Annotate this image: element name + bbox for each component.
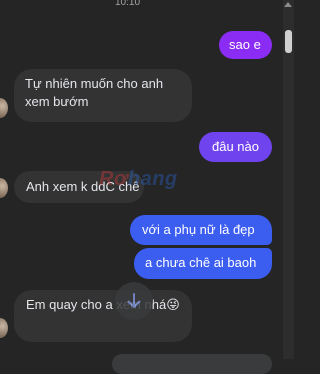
message-text: sao e (229, 37, 261, 52)
message-text: Tự nhiên muốn cho anh xem bướm (25, 76, 164, 109)
outgoing-message[interactable]: đâu nào (199, 132, 272, 162)
scroll-up-arrow-icon[interactable] (284, 2, 292, 7)
arrow-down-icon (127, 293, 141, 309)
watermark-part1: Rơ (99, 168, 128, 190)
outgoing-message[interactable]: với a phụ nữ là đẹp (130, 215, 272, 245)
message-timestamp: 10:10 (114, 0, 141, 8)
watermark-part2: hang (127, 168, 178, 190)
contact-avatar[interactable] (0, 318, 8, 338)
scroll-to-bottom-button[interactable] (115, 282, 153, 320)
message-text: với a phụ nữ là đẹp (142, 222, 255, 237)
scrollbar-thumb[interactable] (285, 30, 292, 53)
outgoing-message[interactable]: sao e (219, 31, 272, 59)
chat-thread[interactable]: 10:10 sao e Tự nhiên muốn cho anh xem bư… (0, 0, 283, 374)
message-text: a chưa chê ai baoh (145, 255, 257, 270)
watermark: Rơhang (99, 168, 178, 191)
vertical-scrollbar[interactable] (283, 0, 294, 359)
contact-avatar[interactable] (0, 98, 8, 118)
incoming-message[interactable]: Tự nhiên muốn cho anh xem bướm (14, 69, 192, 122)
message-text: đâu nào (212, 139, 259, 154)
incoming-message[interactable]: Em quay cho a xem nhá😜 (14, 290, 192, 342)
message-text: Em quay cho a xem nhá😜 (26, 297, 180, 312)
contact-avatar[interactable] (0, 178, 8, 198)
outgoing-message[interactable]: a chưa chê ai baoh (134, 248, 272, 279)
outgoing-message-partial[interactable] (112, 354, 272, 374)
